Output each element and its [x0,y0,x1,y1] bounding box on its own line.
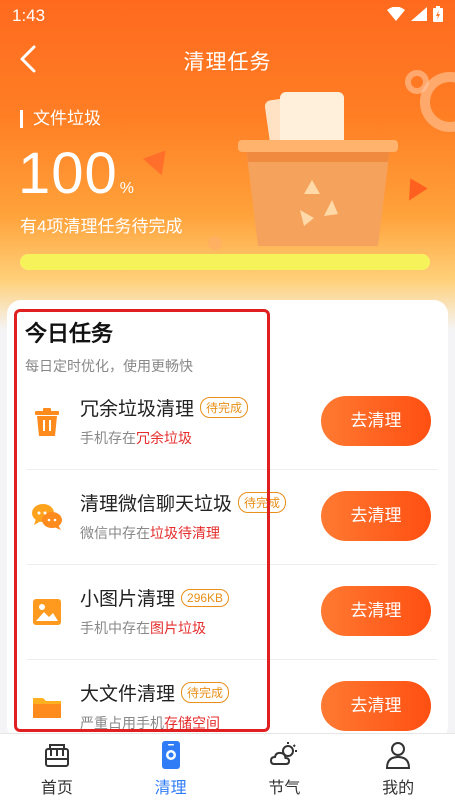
decor-dot [208,236,222,250]
task-row-small-images: 小图片清理 296KB 手机中存在图片垃圾 去清理 [27,566,437,660]
nav-bar: 清理任务 [0,36,455,82]
task-description: 手机中存在图片垃圾 [80,620,206,636]
tab-label: 我的 [382,780,415,797]
status-badge: 待完成 [200,397,249,418]
folder-icon [33,698,61,718]
divider [27,564,437,565]
tab-profile[interactable]: 我的 [341,734,455,809]
recycle-bin-illustration [238,92,398,246]
junk-label: 文件垃圾 [20,110,101,128]
progress-fill [20,254,430,270]
tasks-card: 今日任务 每日定时优化，使用更畅快 冗余垃圾清理 待完成 手机存在冗余垃圾 去清理 [7,300,448,740]
tab-label: 节气 [268,780,301,797]
divider [27,659,437,660]
task-description: 手机存在冗余垃圾 [80,430,192,446]
tab-label: 首页 [40,780,73,797]
task-name: 清理微信聊天垃圾 待完成 [80,489,287,516]
decor-triangle [142,150,174,180]
progress-bar [20,254,430,270]
tab-solar-terms[interactable]: 节气 [228,734,342,809]
divider [27,469,437,470]
task-name: 冗余垃圾清理 待完成 [80,394,249,421]
phone-clean-icon [161,741,180,769]
card-title: 今日任务 [25,321,114,346]
clean-button[interactable]: 去清理 [321,396,431,446]
battery-icon [433,6,443,22]
wifi-icon [387,7,405,21]
task-name: 小图片清理 296KB [80,584,230,611]
card-subtitle: 每日定时优化，使用更畅快 [25,358,193,374]
task-description: 严重占用手机存储空间 [80,715,220,731]
profile-icon [386,742,411,769]
signal-icon [411,7,427,21]
size-badge: 296KB [181,589,230,607]
junk-percent: 100% [18,140,134,207]
tab-home[interactable]: 首页 [0,734,114,809]
task-name: 大文件清理 待完成 [80,679,230,706]
task-row-redundant-junk: 冗余垃圾清理 待完成 手机存在冗余垃圾 去清理 [27,376,437,470]
chat-bubbles-icon [32,504,62,530]
tab-clean[interactable]: 清理 [114,734,228,809]
home-icon [44,744,69,767]
clean-button[interactable]: 去清理 [321,491,431,541]
task-description: 微信中存在垃圾待清理 [80,525,220,541]
bottom-tab-bar: 首页 清理 节气 我的 [0,733,455,809]
junk-percent-value: 100 [18,141,118,206]
image-icon [33,599,61,625]
junk-percent-unit: % [119,180,135,197]
status-badge: 待完成 [181,682,230,703]
pending-tasks-text: 有4项清理任务待完成 [20,217,183,236]
clean-button[interactable]: 去清理 [321,681,431,731]
status-badge: 待完成 [238,492,287,513]
weather-icon [270,742,298,765]
page-title: 清理任务 [183,51,272,74]
task-row-wechat-junk: 清理微信聊天垃圾 待完成 微信中存在垃圾待清理 去清理 [27,471,437,565]
tab-label: 清理 [154,780,187,797]
status-bar: 1:43 [0,0,455,32]
status-time: 1:43 [12,6,46,25]
clean-button[interactable]: 去清理 [321,586,431,636]
trash-can-icon [35,408,59,436]
